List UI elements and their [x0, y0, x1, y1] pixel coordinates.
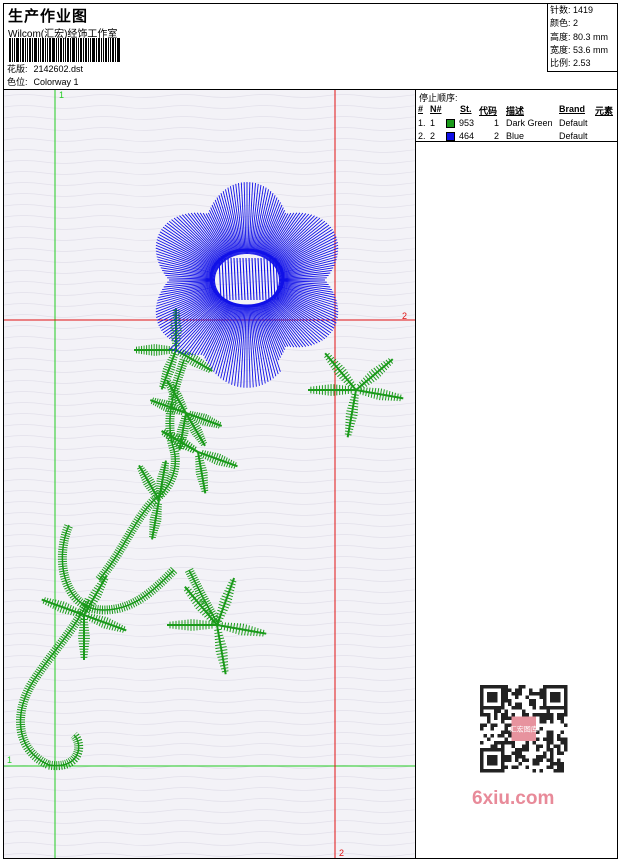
colorway-value: Colorway 1 — [33, 77, 79, 87]
col-desc: 描述 — [506, 106, 525, 116]
stat-height: 高度: 80.3 mm — [550, 31, 609, 42]
qr-code-icon: 汇宏图库 — [480, 685, 568, 773]
vine-stitch — [61, 524, 175, 611]
stat-colors: 颜色: 2 — [550, 18, 579, 29]
colorway-label: 色位: — [7, 77, 28, 87]
stop-sequence-header: # N# St. 代码 描述 Brand 元素 — [416, 104, 617, 117]
guide-label: 2 — [339, 848, 344, 858]
stats-panel: 针数: 1419 颜色: 2 高度: 80.3 mm 宽度: 53.6 mm 比… — [547, 4, 617, 72]
stat-width: 宽度: 53.6 mm — [550, 44, 609, 55]
design-label: 花版: — [7, 64, 28, 74]
col-no: N# — [430, 104, 442, 114]
col-brand: Brand — [559, 104, 586, 114]
stat-scale: 比例: 2.53 — [550, 58, 591, 69]
vine-stitch — [58, 523, 178, 615]
col-code: 代码 — [479, 106, 498, 116]
col-seq: # — [418, 104, 424, 114]
stop-sequence-caption: 停止顺序: — [419, 93, 458, 103]
design-value: 2142602.dst — [33, 64, 84, 74]
design-preview-canvas: 1 1 2 2 — [4, 90, 415, 858]
embroidery-artwork: 1 1 2 2 — [4, 90, 415, 858]
table-row: 2. 2 464 2 Blue Default — [418, 131, 588, 141]
guide-label: 1 — [7, 755, 12, 765]
barcode — [9, 38, 144, 62]
design-file-row: 花版: 2142602.dst — [7, 62, 83, 75]
color-swatch — [446, 132, 455, 141]
color-swatch — [446, 119, 455, 128]
colorway-row: 色位: Colorway 1 — [7, 75, 79, 88]
sheet-title: 生产作业图 — [8, 7, 89, 25]
stat-stitches: 针数: 1419 — [550, 5, 594, 15]
watermark-text: 6xiu.com — [472, 788, 555, 809]
sheet-header: 生产作业图 Wilcom(汇宏)经饰工作室 花版: 2142602.dst 色位:… — [4, 4, 617, 90]
col-element: 元素 — [595, 106, 614, 116]
qr-code-watermark: 汇宏图库 — [468, 680, 582, 775]
guide-label: 2 — [402, 311, 407, 321]
guide-label: 1 — [59, 90, 64, 100]
svg-text:汇宏图库: 汇宏图库 — [510, 725, 538, 734]
col-st: St. — [460, 104, 472, 114]
table-row: 1. 1 953 1 Dark Green Default — [418, 118, 588, 128]
